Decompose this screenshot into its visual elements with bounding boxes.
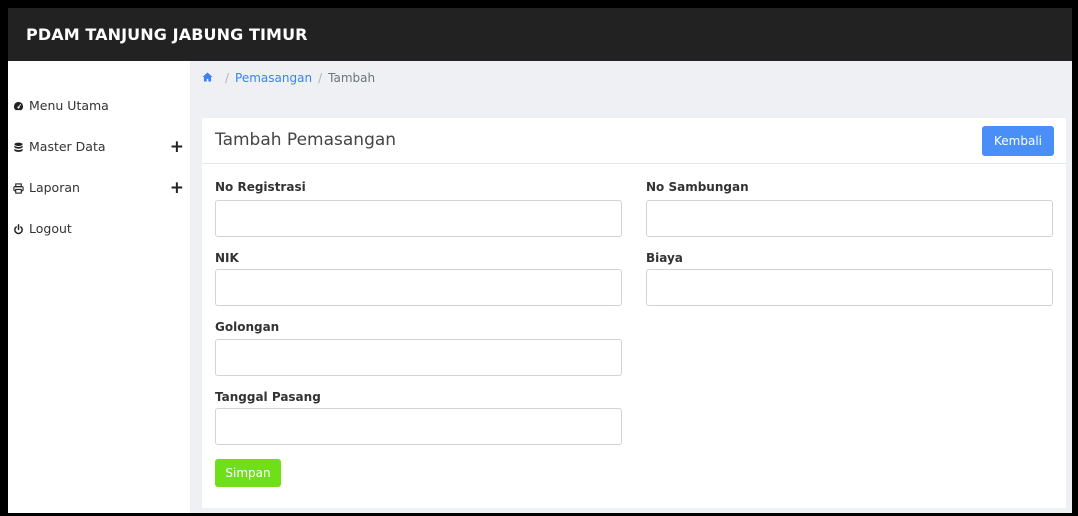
page-title: Tambah Pemasangan	[215, 130, 397, 150]
no-registrasi-label: No Registrasi	[215, 180, 306, 194]
golongan-input[interactable]	[215, 339, 622, 376]
save-button[interactable]: Simpan	[215, 459, 281, 487]
power-icon	[13, 223, 24, 234]
main-content: / Pemasangan / Tambah Tambah Pemasangan …	[190, 61, 1072, 513]
back-button[interactable]: Kembali	[982, 126, 1054, 156]
sidebar-item-label: Master Data	[29, 138, 106, 154]
form-card: Tambah Pemasangan Kembali No Registrasi …	[202, 118, 1066, 508]
card-header: Tambah Pemasangan Kembali	[202, 118, 1066, 164]
sidebar-item-master-data[interactable]: Master Data +	[8, 134, 190, 158]
sidebar: Menu Utama Master Data + Laporan + Logou…	[8, 61, 190, 513]
sidebar-item-logout[interactable]: Logout	[8, 216, 190, 240]
no-sambungan-input[interactable]	[646, 200, 1053, 237]
printer-icon	[13, 182, 24, 194]
sidebar-item-label: Menu Utama	[29, 97, 109, 113]
biaya-label: Biaya	[646, 251, 683, 265]
top-navbar: PDAM TANJUNG JABUNG TIMUR	[8, 8, 1072, 61]
breadcrumb-link-pemasangan[interactable]: Pemasangan	[235, 71, 312, 85]
biaya-input[interactable]	[646, 269, 1053, 306]
breadcrumb: / Pemasangan / Tambah	[202, 71, 375, 85]
breadcrumb-current: Tambah	[328, 71, 376, 85]
home-icon[interactable]	[202, 71, 213, 85]
app-window: PDAM TANJUNG JABUNG TIMUR Menu Utama Mas…	[8, 8, 1072, 513]
tanggal-pasang-input[interactable]	[215, 408, 622, 445]
breadcrumb-separator: /	[225, 71, 230, 85]
nik-input[interactable]	[215, 269, 622, 306]
dashboard-icon	[13, 100, 24, 111]
expand-plus-icon[interactable]: +	[170, 178, 184, 198]
golongan-label: Golongan	[215, 320, 280, 334]
database-icon	[13, 141, 24, 152]
tanggal-pasang-label: Tanggal Pasang	[215, 390, 321, 404]
no-registrasi-input[interactable]	[215, 200, 622, 237]
sidebar-item-label: Laporan	[29, 179, 80, 195]
breadcrumb-separator: /	[318, 71, 323, 85]
app-title[interactable]: PDAM TANJUNG JABUNG TIMUR	[26, 25, 308, 44]
nik-label: NIK	[215, 251, 239, 265]
sidebar-item-laporan[interactable]: Laporan +	[8, 175, 190, 199]
sidebar-item-menu-utama[interactable]: Menu Utama	[8, 93, 190, 117]
expand-plus-icon[interactable]: +	[170, 137, 184, 157]
sidebar-item-label: Logout	[29, 220, 72, 236]
no-sambungan-label: No Sambungan	[646, 180, 749, 194]
